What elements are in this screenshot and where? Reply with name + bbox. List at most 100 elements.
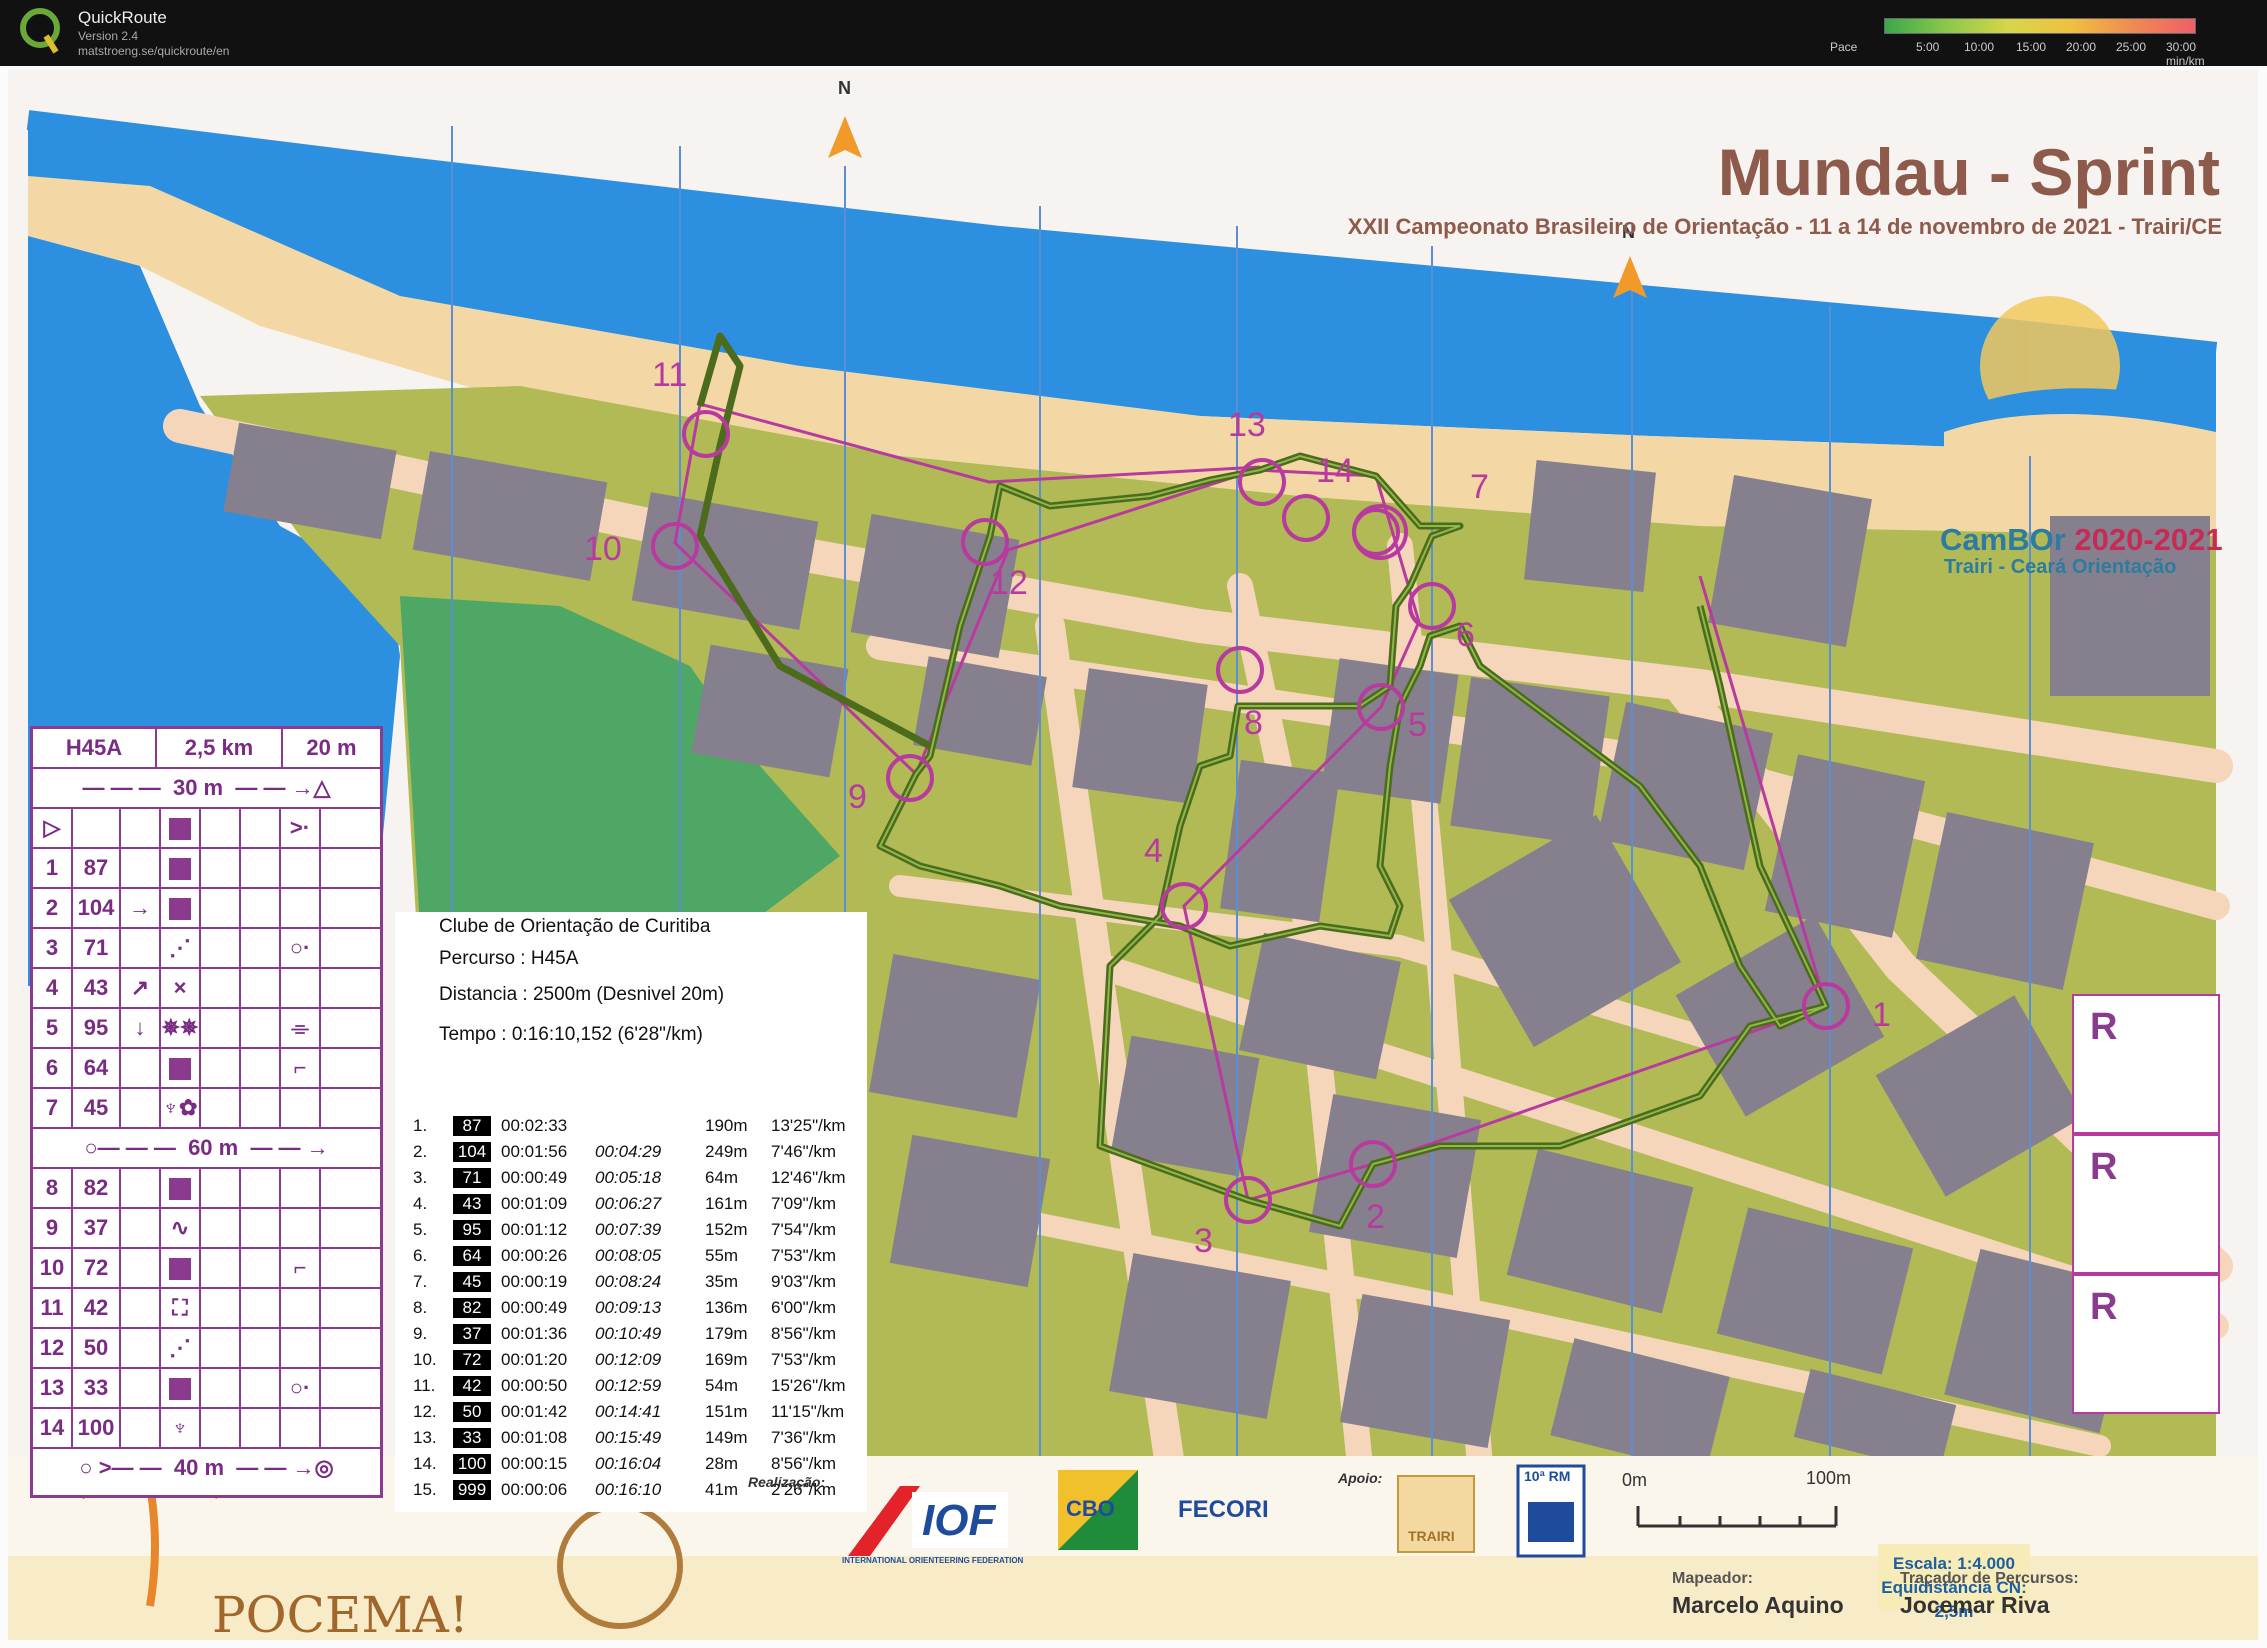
description-cell	[321, 1329, 380, 1367]
map-subtitle: XXII Campeonato Brasileiro de Orientação…	[1347, 214, 2222, 239]
control-label-10: 10	[584, 530, 622, 568]
description-cell	[201, 969, 241, 1007]
control-row: 13 33 ○·	[33, 1369, 380, 1409]
split-time: 00:00:06	[501, 1480, 568, 1499]
description-cell: 5	[33, 1009, 73, 1047]
description-cell: 11	[33, 1289, 73, 1327]
r-box: R	[2072, 994, 2220, 1134]
description-cell: ⌐	[281, 1049, 321, 1087]
app-url[interactable]: matstroeng.se/quickroute/en	[78, 44, 229, 58]
r-label: R	[2090, 1006, 2118, 1048]
stairs-symbol-icon: ⋰	[169, 1335, 191, 1360]
realizacao-label: Realização:	[748, 1474, 826, 1490]
description-cell	[201, 889, 241, 927]
description-cell	[241, 1289, 281, 1327]
building-symbol-icon	[169, 1378, 191, 1401]
description-cell: ↗	[121, 969, 161, 1007]
time-text: Tempo : 0:16:10,152 (6'28"/km)	[439, 1024, 703, 1045]
split-index: 4.	[413, 1194, 428, 1213]
r-box: R	[2072, 1274, 2220, 1414]
control-row: 4 43 ↗ ×	[33, 969, 380, 1009]
split-distance: 152m	[705, 1220, 748, 1239]
description-cell	[281, 1089, 321, 1127]
pace-tick: 5:00	[1916, 40, 1940, 54]
description-cell: 100	[73, 1409, 121, 1447]
description-cell: 1	[33, 849, 73, 887]
description-cell	[121, 1329, 161, 1367]
iof-text: IOF	[922, 1496, 996, 1545]
pace-tick: 10:00	[1964, 40, 1995, 54]
map-viewport[interactable]: N N Mundau - Sprint XXII Campeonato Bras…	[0, 66, 2267, 1648]
description-cell	[121, 1289, 161, 1327]
split-distance: 249m	[705, 1142, 748, 1161]
description-cell: 50	[73, 1329, 121, 1367]
split-pace: 7'36"/km	[771, 1428, 837, 1447]
split-index: 1.	[413, 1116, 428, 1135]
split-index: 12.	[413, 1402, 437, 1421]
pace-tick: 25:00	[2116, 40, 2147, 54]
split-pace: 6'00"/km	[771, 1298, 837, 1317]
split-time: 00:01:56	[501, 1142, 568, 1161]
split-row: 13. 33 00:01:08 00:15:49 149m 7'36"/km	[395, 1428, 867, 1454]
building-symbol-icon	[169, 858, 191, 881]
split-code: 87	[453, 1116, 491, 1136]
description-cell	[321, 969, 380, 1007]
control-row: 10 72 ⌐	[33, 1249, 380, 1289]
split-code: 104	[453, 1142, 491, 1162]
split-time: 00:01:12	[501, 1220, 568, 1239]
split-time: 00:01:20	[501, 1350, 568, 1369]
description-cell	[241, 1409, 281, 1447]
split-cumulative: 00:05:18	[595, 1168, 662, 1187]
description-cell: ○·	[281, 1369, 321, 1407]
split-time: 00:00:15	[501, 1454, 568, 1473]
table-header-row: H45A 2,5 km 20 m	[33, 729, 380, 769]
pace-gradient-bar	[1884, 18, 2196, 34]
description-cell	[201, 1209, 241, 1247]
split-row: 3. 71 00:00:49 00:05:18 64m 12'46"/km	[395, 1168, 867, 1194]
description-cell	[281, 1329, 321, 1367]
split-index: 7.	[413, 1272, 428, 1291]
control-row: 7 45 ♆✿	[33, 1089, 380, 1129]
split-pace: 8'56"/km	[771, 1324, 837, 1343]
split-time: 00:00:19	[501, 1272, 568, 1291]
split-code: 64	[453, 1246, 491, 1266]
north-label: N	[838, 78, 851, 98]
description-cell: ⌐	[281, 1249, 321, 1287]
control-description-table: H45A 2,5 km 20 m — — — 30 m — — →△ ▷ >· …	[30, 726, 383, 1498]
split-distance: 28m	[705, 1454, 739, 1473]
description-cell	[321, 1409, 380, 1447]
mid-distance-value: 60 m	[188, 1135, 239, 1160]
description-cell	[321, 1369, 380, 1407]
split-row: 4. 43 00:01:09 00:06:27 161m 7'09"/km	[395, 1194, 867, 1220]
split-row: 11. 42 00:00:50 00:12:59 54m 15'26"/km	[395, 1376, 867, 1402]
split-code: 82	[453, 1298, 491, 1318]
split-cumulative: 00:15:49	[595, 1428, 662, 1447]
split-row: 5. 95 00:01:12 00:07:39 152m 7'54"/km	[395, 1220, 867, 1246]
finish-distance: ○ >— — 40 m — — →◎	[79, 1455, 334, 1480]
split-cumulative: 00:06:27	[595, 1194, 662, 1213]
split-index: 15.	[413, 1480, 437, 1499]
split-time: 00:00:49	[501, 1168, 568, 1187]
description-cell	[241, 1209, 281, 1247]
description-cell: 64	[73, 1049, 121, 1087]
description-cell: 72	[73, 1249, 121, 1287]
description-cell	[161, 1369, 201, 1407]
description-cell	[161, 1169, 201, 1207]
description-cell	[201, 1049, 241, 1087]
split-code: 71	[453, 1168, 491, 1188]
split-index: 6.	[413, 1246, 428, 1265]
split-row: 12. 50 00:01:42 00:14:41 151m 11'15"/km	[395, 1402, 867, 1428]
trairi-text: TRAIRI	[1408, 1528, 1455, 1544]
description-cell: ∿	[161, 1209, 201, 1247]
control-label-1: 1	[1872, 996, 1891, 1034]
control-row: 6 64 ⌐	[33, 1049, 380, 1089]
split-time: 00:01:36	[501, 1324, 568, 1343]
split-distance: 151m	[705, 1402, 748, 1421]
description-cell: 37	[73, 1209, 121, 1247]
split-index: 11.	[413, 1376, 436, 1395]
building-symbol-icon	[169, 1058, 191, 1081]
control-label-5: 5	[1408, 706, 1427, 744]
description-cell	[281, 1169, 321, 1207]
split-code: 100	[453, 1454, 491, 1474]
rm-text: 10ª RM	[1524, 1468, 1571, 1484]
